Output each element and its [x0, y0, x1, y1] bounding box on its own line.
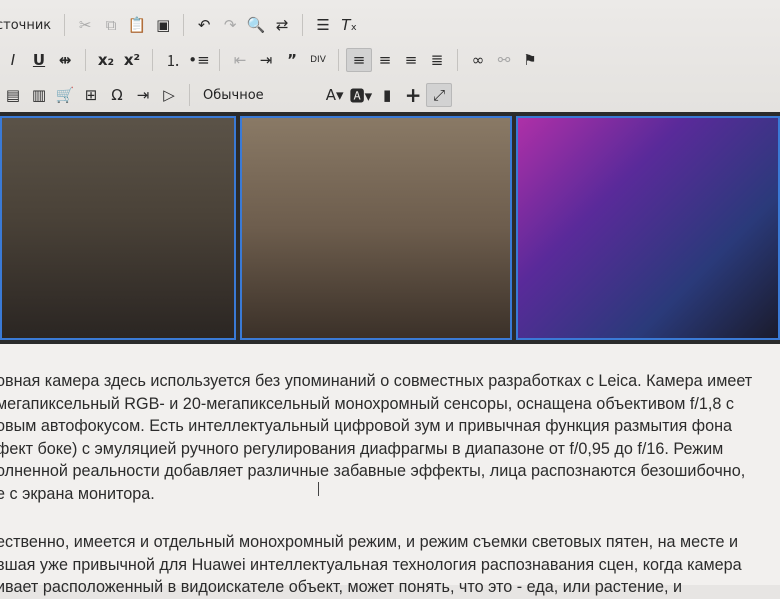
table-icon[interactable]: ⊞ — [78, 83, 104, 107]
text-color-icon[interactable]: A▾ — [322, 83, 348, 107]
unlink-icon[interactable]: ⚯ — [491, 48, 517, 72]
bulleted-list-icon[interactable]: •≡ — [186, 48, 212, 72]
subscript-icon[interactable]: x₂ — [93, 48, 119, 72]
italic-icon[interactable]: I — [0, 48, 26, 72]
selfie-photo-3[interactable] — [516, 116, 780, 340]
text-line: овым автофокусом. Есть интеллектуальный … — [0, 417, 733, 435]
toolbar-separator — [457, 49, 458, 71]
text-line: вшая уже привычной для Huawei интеллекту… — [0, 555, 742, 574]
remove-format-icon[interactable]: Tₓ — [336, 13, 362, 37]
toolbar-separator — [64, 14, 66, 36]
toolbar-separator — [85, 49, 86, 71]
outdent-icon[interactable]: ⇤ — [227, 48, 253, 72]
numbered-list-icon[interactable]: ⒈ — [160, 48, 186, 72]
special-char-icon[interactable]: Ω — [104, 83, 130, 107]
media-icon[interactable]: ▷ — [156, 83, 182, 107]
text-line: фект боке) с эмуляцией ручного регулиров… — [0, 439, 724, 458]
redo-icon[interactable]: ↷ — [217, 13, 243, 37]
text-line: е с экрана монитора. — [0, 484, 155, 503]
copy-icon[interactable]: ⧉ — [98, 13, 124, 37]
toolbar-separator — [189, 84, 190, 106]
select-all-icon[interactable]: ☰ — [310, 13, 336, 37]
indent-icon[interactable]: ⇥ — [253, 48, 279, 72]
link-icon[interactable]: ∞ — [465, 48, 491, 72]
justify-icon[interactable]: ≣ — [424, 48, 450, 72]
maximize-icon[interactable]: ⤢ — [426, 83, 453, 107]
align-center-icon[interactable]: ≡ — [372, 48, 398, 72]
toolbar-separator — [338, 49, 339, 71]
source-button[interactable]: сточник — [0, 13, 57, 37]
article-paragraph: овная камера здесь используется без упом… — [0, 370, 780, 505]
underline-icon[interactable]: U — [26, 48, 52, 72]
save-icon[interactable]: ▮ — [374, 83, 400, 107]
blockquote-icon[interactable]: ” — [279, 48, 305, 72]
selfie-photo-2[interactable] — [240, 116, 512, 340]
photo-strip — [0, 112, 780, 344]
text-cursor — [318, 482, 319, 496]
paste-word-icon[interactable]: ▣ — [150, 13, 176, 37]
page-break-icon[interactable]: ⇥ — [130, 83, 156, 107]
format-dropdown[interactable]: Обычное — [197, 83, 270, 107]
text-line: ивает расположенный в видоискателе объек… — [0, 578, 683, 596]
align-left-icon[interactable]: ≡ — [346, 48, 372, 72]
superscript-icon[interactable]: x² — [119, 48, 145, 72]
text-line: ественно, имеется и отдельный монохромны… — [0, 533, 739, 551]
cut-icon[interactable]: ✂ — [72, 13, 98, 37]
anchor-icon[interactable]: ⚑ — [517, 48, 543, 72]
text-line: мегапиксельный RGB- и 20-мегапиксельный … — [0, 394, 735, 413]
flash-icon[interactable]: ▥ — [26, 83, 52, 107]
paste-icon[interactable]: 📋 — [124, 13, 150, 37]
add-icon[interactable]: + — [400, 83, 426, 107]
toolbar-row-2: I U ⇹ x₂ x² ⒈ •≡ ⇤ ⇥ ” DIV ≡ ≡ ≡ ≣ ∞ ⚯ ⚑ — [0, 45, 543, 75]
toolbar-separator — [219, 49, 220, 71]
align-right-icon[interactable]: ≡ — [398, 48, 424, 72]
editor-toolbar: сточник ✂ ⧉ 📋 ▣ ↶ ↷ 🔍 ⇄ ☰ Tₓ I U ⇹ x₂ x²… — [0, 0, 780, 112]
toolbar-row-3: ▤ ▥ 🛒 ⊞ Ω ⇥ ▷ Обычное A▾ 🅰▾ ▮ + ⤢ — [0, 80, 453, 110]
bg-color-icon[interactable]: 🅰▾ — [348, 83, 375, 107]
text-line: олненной реальности добавляет различные … — [0, 462, 746, 480]
toolbar-separator — [152, 49, 153, 71]
cart-icon[interactable]: 🛒 — [52, 83, 78, 107]
article-paragraph: ественно, имеется и отдельный монохромны… — [0, 531, 780, 599]
find-icon[interactable]: 🔍 — [243, 13, 269, 37]
toolbar-row-1: сточник ✂ ⧉ 📋 ▣ ↶ ↷ 🔍 ⇄ ☰ Tₓ — [0, 10, 362, 40]
image-icon[interactable]: ▤ — [0, 83, 26, 107]
toolbar-separator — [302, 14, 304, 36]
text-line: овная камера здесь используется без упом… — [0, 372, 753, 390]
toolbar-separator — [183, 14, 185, 36]
div-icon[interactable]: DIV — [305, 48, 331, 72]
strike-icon[interactable]: ⇹ — [52, 48, 78, 72]
replace-icon[interactable]: ⇄ — [269, 13, 295, 37]
selfie-photo-1[interactable] — [0, 116, 236, 340]
editor-content[interactable]: овная камера здесь используется без упом… — [0, 344, 780, 596]
undo-icon[interactable]: ↶ — [191, 13, 217, 37]
